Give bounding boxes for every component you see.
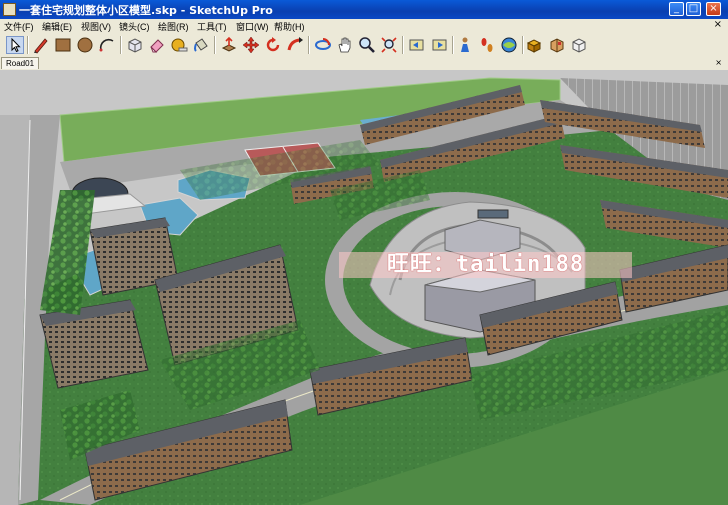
sketchup-window: 一套住宅规划整体小区模型.skp - SketchUp Pro _ □ × 文件… <box>0 0 728 505</box>
walk-tool-button[interactable] <box>478 36 496 54</box>
zoom-extents-icon <box>381 37 397 53</box>
paint-bucket-icon <box>194 38 208 52</box>
move-arrows-icon <box>242 36 260 54</box>
rotate-icon <box>266 37 280 52</box>
orbit-icon <box>315 38 331 50</box>
circle-tool-button[interactable] <box>76 36 94 54</box>
eraser-icon <box>150 39 164 53</box>
scene-tab-road01[interactable]: Road01 <box>1 57 40 69</box>
maximize-button[interactable]: □ <box>686 2 701 16</box>
toolbar-separator <box>120 36 122 54</box>
menu-edit[interactable]: 编辑(E) <box>42 20 72 33</box>
components-icon <box>526 39 542 53</box>
tape-measure-button[interactable] <box>170 36 188 54</box>
zoom-tool-button[interactable] <box>358 36 376 54</box>
minimize-button[interactable]: _ <box>669 2 684 16</box>
paint-bucket-button[interactable] <box>192 36 210 54</box>
model-viewport[interactable]: 旺旺：tailin188 <box>0 70 728 505</box>
menu-tools[interactable]: 工具(T) <box>197 20 227 33</box>
toolbar-separator <box>452 36 454 54</box>
watermark-banner: 旺旺：tailin188 <box>339 252 632 278</box>
toolbar-separator <box>27 36 29 54</box>
rotate-tool-button[interactable] <box>264 36 282 54</box>
arc-tool-button[interactable] <box>98 36 116 54</box>
zoom-extents-button[interactable] <box>380 36 398 54</box>
menu-draw[interactable]: 绘图(R) <box>158 20 189 33</box>
document-close-icon[interactable]: × <box>714 19 722 30</box>
tab-close-icon[interactable]: × <box>715 58 722 67</box>
make-component-button[interactable] <box>126 36 144 54</box>
materials-button[interactable] <box>548 36 566 54</box>
menu-help[interactable]: 帮助(H) <box>274 20 305 33</box>
magnifier-icon <box>359 37 375 53</box>
main-toolbar <box>0 33 728 58</box>
push-pull-icon <box>221 36 237 52</box>
line-tool-button[interactable] <box>32 36 50 54</box>
close-button[interactable]: × <box>706 2 721 16</box>
title-bar[interactable]: 一套住宅规划整体小区模型.skp - SketchUp Pro _ □ × <box>0 0 728 19</box>
eraser-tool-button[interactable] <box>148 36 166 54</box>
push-pull-button[interactable] <box>220 36 238 54</box>
orbit-tool-button[interactable] <box>314 36 332 54</box>
menu-camera[interactable]: 镜头(C) <box>119 20 150 33</box>
toolbar-separator <box>214 36 216 54</box>
walk-feet-icon <box>481 38 493 52</box>
toolbar-separator <box>522 36 524 54</box>
look-around-eye-icon <box>501 37 517 53</box>
look-around-button[interactable] <box>500 36 518 54</box>
rectangle-icon <box>55 38 71 52</box>
previous-view-button[interactable] <box>408 36 426 54</box>
camera-figure-icon <box>461 37 469 52</box>
move-tool-button[interactable] <box>242 36 260 54</box>
menu-window[interactable]: 窗口(W) <box>236 20 269 33</box>
position-camera-button[interactable] <box>456 36 474 54</box>
pan-tool-button[interactable] <box>336 36 354 54</box>
components-button[interactable] <box>526 36 544 54</box>
follow-me-button[interactable] <box>286 36 304 54</box>
toolbar-separator <box>308 36 310 54</box>
menu-file[interactable]: 文件(F) <box>4 20 34 33</box>
scene-tab-bar: Road01 × <box>0 57 728 70</box>
rectangle-tool-button[interactable] <box>54 36 72 54</box>
tape-measure-icon <box>171 38 188 52</box>
arc-icon <box>99 38 114 52</box>
follow-me-icon <box>287 37 303 51</box>
materials-icon <box>550 38 564 53</box>
pencil-icon <box>34 38 48 54</box>
styles-cube-icon <box>572 38 586 53</box>
next-view-icon <box>432 39 447 51</box>
sketchup-app-icon <box>3 3 16 16</box>
toolbar-separator <box>402 36 404 54</box>
component-box-icon <box>128 38 142 53</box>
pan-hand-icon <box>338 37 351 53</box>
window-title: 一套住宅规划整体小区模型.skp - SketchUp Pro <box>19 4 273 17</box>
site-plan-render <box>0 70 728 505</box>
select-arrow-icon <box>11 37 21 53</box>
menu-view[interactable]: 视图(V) <box>81 20 111 33</box>
select-tool-button[interactable] <box>6 36 24 54</box>
styles-button[interactable] <box>570 36 588 54</box>
previous-view-icon <box>409 39 424 51</box>
circle-icon <box>77 37 93 53</box>
next-view-button[interactable] <box>430 36 448 54</box>
menu-bar: 文件(F) 编辑(E) 视图(V) 镜头(C) 绘图(R) 工具(T) 窗口(W… <box>0 19 728 33</box>
